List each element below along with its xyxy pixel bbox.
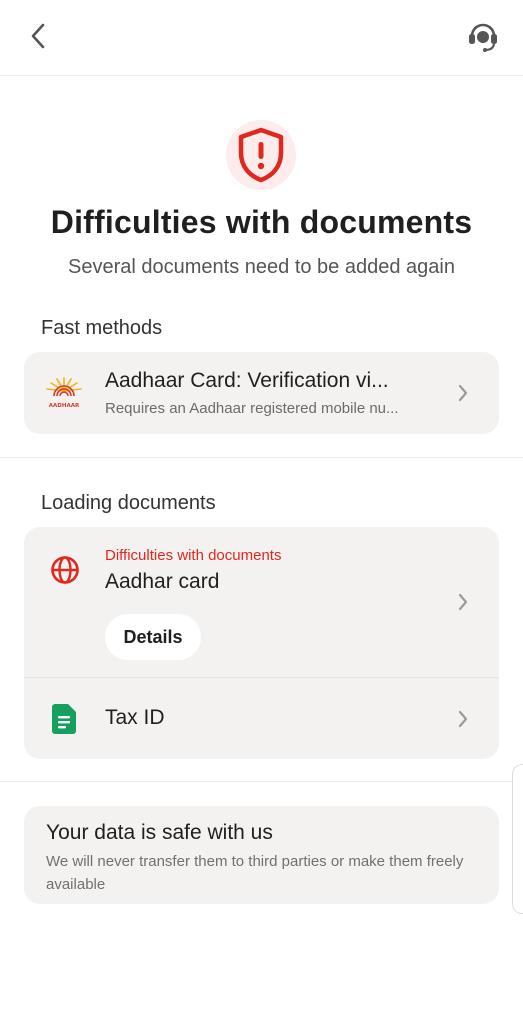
- details-button[interactable]: Details: [105, 614, 201, 660]
- section-label-loading-documents: Loading documents: [41, 492, 216, 514]
- hero-icon-badge: [226, 120, 296, 190]
- page-subtitle: Several documents need to be added again: [68, 256, 455, 278]
- data-safety-card: Your data is safe with us We will never …: [24, 806, 499, 904]
- section-divider: [0, 781, 523, 782]
- document-title: Aadhar card: [105, 570, 220, 593]
- file-document-icon: [52, 704, 76, 734]
- globe-icon: [51, 556, 79, 584]
- aadhaar-logo-text: AADHAAR: [49, 403, 80, 409]
- aadhaar-verification-item[interactable]: AADHAAR Aadhaar Card: Verification vi...…: [24, 352, 499, 434]
- chevron-right-icon: [458, 593, 468, 611]
- shield-alert-icon: [238, 127, 284, 183]
- chevron-right-icon: [458, 384, 468, 402]
- headset-icon: [469, 23, 497, 52]
- back-button[interactable]: [22, 18, 54, 54]
- data-safety-text: We will never transfer them to third par…: [46, 853, 464, 893]
- chevron-right-icon: [458, 710, 468, 728]
- documents-card: Difficulties with documents Aadhar card …: [24, 527, 499, 759]
- document-item-aadhar-card[interactable]: Difficulties with documents Aadhar card …: [24, 527, 499, 677]
- top-bar: [0, 0, 523, 76]
- document-error-text: Difficulties with documents: [105, 547, 282, 564]
- aadhaar-verification-title: Aadhaar Card: Verification vi...: [105, 369, 389, 392]
- data-safety-title: Your data is safe with us: [46, 821, 273, 844]
- aadhaar-logo: AADHAAR: [46, 377, 82, 409]
- aadhaar-verification-subtitle: Requires an Aadhaar registered mobile nu…: [105, 400, 399, 417]
- chevron-left-icon: [31, 23, 45, 49]
- support-button[interactable]: [463, 16, 503, 56]
- page-title: Difficulties with documents: [50, 204, 473, 240]
- edge-panel-handle[interactable]: [512, 764, 523, 914]
- document-item-tax-id[interactable]: Tax ID: [24, 677, 499, 759]
- section-divider: [0, 457, 523, 458]
- section-label-fast-methods: Fast methods: [41, 317, 163, 339]
- document-title: Tax ID: [105, 706, 165, 729]
